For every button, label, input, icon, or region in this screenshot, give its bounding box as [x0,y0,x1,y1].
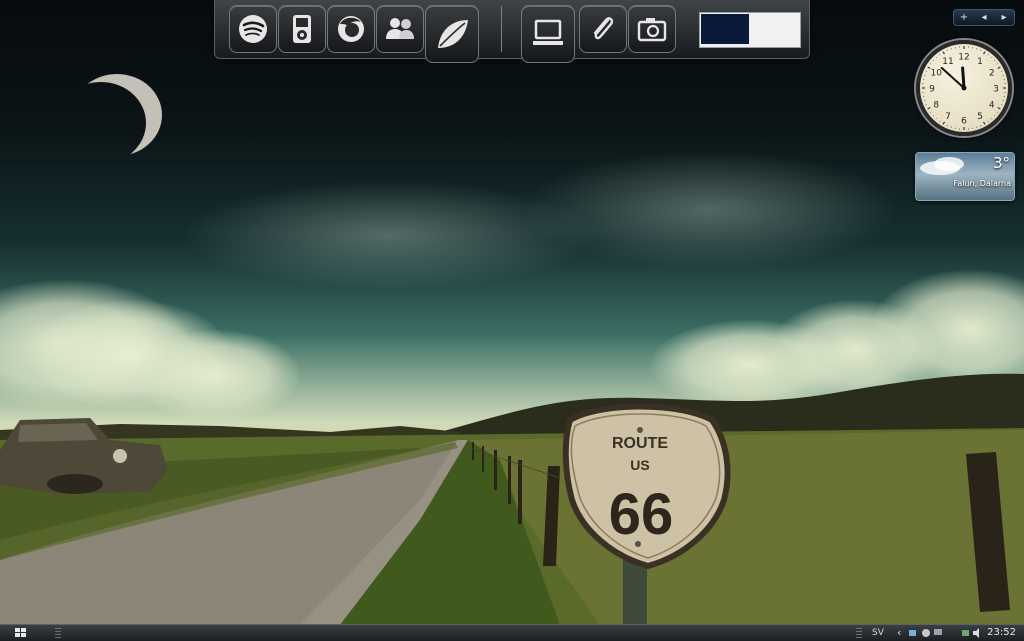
clock-tick [939,121,940,122]
clock-tick [939,54,940,55]
clock-tick [994,60,995,61]
clock-number: 10 [931,69,943,79]
steam-icon [922,629,930,637]
clock-tick [930,112,931,113]
clock-tick [998,108,1001,110]
clock-tick [994,115,995,116]
weather-gadget[interactable]: 3° Falun, Dalarna [915,152,1015,201]
clock-tick [988,121,989,122]
clock-number: 6 [961,117,967,127]
sidebar-controls: + ◂ ▸ [953,9,1015,26]
sign-number-text: 66 [609,482,674,547]
clock-tick [930,63,931,64]
window-thumbnail[interactable] [701,14,749,44]
clock-number: 12 [958,53,969,63]
clock-tick [1001,71,1002,72]
previous-gadget-button[interactable]: ◂ [974,10,994,25]
clock-tick [984,52,986,55]
paperclip-icon [586,12,620,46]
window-thumbnails[interactable] [699,12,801,48]
computer-icon [528,14,568,54]
clock-tick [997,63,998,64]
add-gadget-button[interactable]: + [954,10,974,25]
messenger-icon [383,12,417,46]
clock-tick [928,108,931,110]
clock-hour-hand [963,68,964,88]
clock-tick [943,52,945,55]
clock-tick [980,50,981,51]
ipod-dock-button[interactable] [278,5,326,53]
top-dock [214,0,810,59]
messenger-dock-button[interactable] [376,5,424,53]
volume-icon [973,628,979,638]
show-hidden-icons-button[interactable]: ‹ [897,625,901,641]
taskbar-grip[interactable] [856,628,862,638]
paperclip-dock-button[interactable] [579,5,627,53]
clock-tick [933,60,934,61]
clock-tick [998,67,1001,69]
clock-tick [997,112,998,113]
printer-icon [962,630,969,636]
clock-number: 7 [945,112,951,122]
clock-tick [984,122,986,125]
sign-route-text: ROUTE [612,435,668,452]
window-thumbnail[interactable] [751,14,798,44]
clock-face: 12 12 3 45678 9 10 11 [920,44,1008,132]
camera-icon [635,12,669,46]
clock-tick [943,122,945,125]
clock-number: 8 [933,101,939,111]
spotify-icon [236,12,270,46]
firefox-icon [334,12,368,46]
clock-number: 2 [989,69,995,79]
language-indicator[interactable]: SV [872,625,884,641]
clock-number: 4 [989,101,995,111]
clock-tick [926,71,927,72]
camera-dock-button[interactable] [628,5,676,53]
leaf-icon [432,14,472,54]
clock-tick [988,54,989,55]
clock-tick [1001,104,1002,105]
start-button-windows-icon[interactable] [14,627,28,639]
spotify-dock-button[interactable] [229,5,277,53]
dock-separator [501,6,502,52]
weather-location: Falun, Dalarna [953,179,1011,188]
clock-tick [947,50,948,51]
network-icon [909,630,916,636]
system-tray-icons [907,628,987,638]
clock-tick [991,118,992,119]
taskbar: SV ‹ 23:52 [0,624,1024,641]
computer-dock-button[interactable] [521,5,575,63]
clock-tick [936,118,937,119]
ipod-icon [285,12,319,46]
clock-number: 3 [993,85,999,95]
weather-cloud-icon [934,157,964,171]
clock-tick [991,57,992,58]
taskbar-grip[interactable] [55,628,61,638]
sign-us-text: US [630,457,649,473]
weather-temperature: 3° [993,154,1010,172]
clock-center-pin [962,86,967,91]
landscape: ROUTE US 66 [0,0,1024,640]
clock-gadget[interactable]: 12 12 3 45678 9 10 11 [916,40,1012,136]
firefox-dock-button[interactable] [327,5,375,53]
clock-number: 5 [977,112,983,122]
desktop-wallpaper: ROUTE US 66 [0,0,1024,640]
next-gadget-button[interactable]: ▸ [994,10,1014,25]
clock-number: 11 [942,57,953,67]
display-icon [934,629,942,635]
clock-tick [933,115,934,116]
taskbar-clock[interactable]: 23:52 [987,625,1016,641]
clock-tick [980,125,981,126]
clock-tick [936,57,937,58]
clock-tick [947,125,948,126]
clock-tick [928,67,931,69]
clock-tick [926,104,927,105]
clock-number: 9 [929,85,935,95]
leaf-dock-button[interactable] [425,5,479,63]
clock-number: 1 [977,57,983,67]
clock-minute-hand [942,68,964,88]
